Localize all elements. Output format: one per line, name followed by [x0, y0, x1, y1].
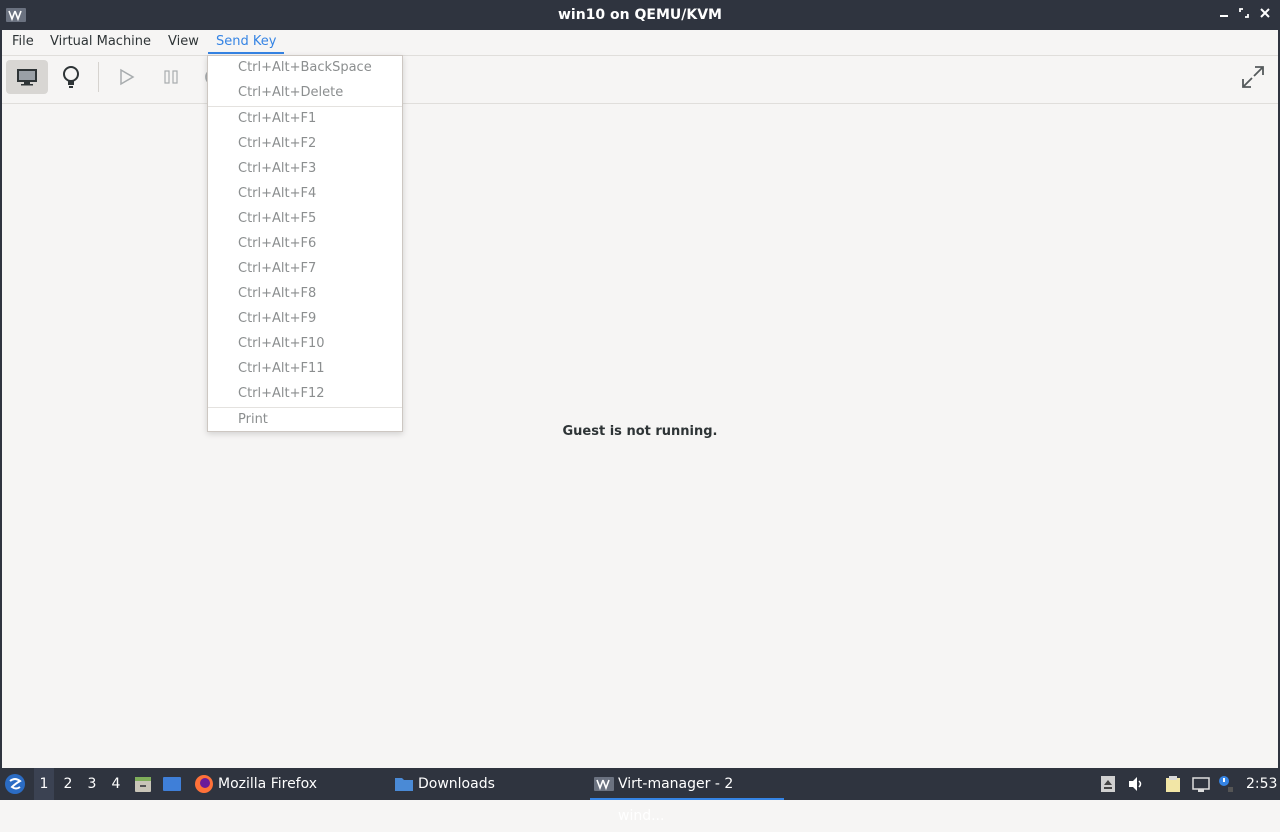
workspace-4[interactable]: 4	[106, 768, 126, 800]
file-manager-launcher[interactable]	[134, 768, 154, 800]
run-button[interactable]	[106, 60, 148, 94]
menu-file[interactable]: File	[10, 34, 36, 49]
tray-eject[interactable]	[1099, 775, 1117, 793]
minimize-icon	[1220, 15, 1228, 17]
menu-item-print[interactable]: Print	[238, 412, 268, 427]
menu-view[interactable]: View	[166, 34, 201, 49]
desktop-icon	[163, 777, 181, 791]
menu-item-ctrl-alt-f11[interactable]: Ctrl+Alt+F11	[238, 361, 325, 376]
close-icon	[1260, 8, 1270, 18]
menu-item-ctrl-alt-f12[interactable]: Ctrl+Alt+F12	[238, 386, 325, 401]
workspace-3[interactable]: 3	[82, 768, 102, 800]
menu-virtual-machine[interactable]: Virtual Machine	[48, 34, 153, 49]
task-label: Downloads	[418, 776, 495, 792]
window-title: win10 on QEMU/KVM	[557, 7, 722, 23]
task-downloads[interactable]: Downloads	[394, 768, 574, 800]
close-button[interactable]	[1255, 5, 1275, 25]
menu-item-ctrl-alt-f5[interactable]: Ctrl+Alt+F5	[238, 211, 316, 226]
toolbar-divider	[98, 62, 99, 92]
workspace-2[interactable]: 2	[58, 768, 78, 800]
start-menu-button[interactable]	[4, 768, 28, 800]
minimize-button[interactable]	[1214, 5, 1234, 25]
volume-icon	[1129, 777, 1142, 791]
tray-network[interactable]	[1192, 775, 1210, 793]
guest-status-message: Guest is not running.	[562, 424, 718, 439]
menu-item-ctrl-alt-f9[interactable]: Ctrl+Alt+F9	[238, 311, 316, 326]
folder-icon	[395, 778, 413, 791]
menubar: File Virtual Machine View Send Key	[2, 30, 1278, 55]
menu-separator	[208, 106, 402, 107]
eject-icon	[1101, 776, 1115, 792]
play-icon	[120, 68, 135, 86]
menu-item-ctrl-alt-f1[interactable]: Ctrl+Alt+F1	[238, 111, 316, 126]
start-menu-icon	[5, 774, 25, 794]
menubar-divider	[2, 55, 1278, 56]
task-virt-manager[interactable]: Virt-manager - 2 wind...	[590, 768, 784, 824]
tray-clipboard[interactable]	[1164, 775, 1182, 793]
maximize-icon	[1239, 8, 1249, 18]
details-button[interactable]	[50, 60, 92, 94]
notification-icon	[1219, 776, 1233, 792]
menu-send-key[interactable]: Send Key	[207, 34, 285, 54]
lightbulb-icon	[63, 66, 79, 88]
monitor-icon	[17, 69, 37, 86]
task-label: Virt-manager - 2 wind...	[618, 776, 734, 824]
menu-item-ctrl-alt-f8[interactable]: Ctrl+Alt+F8	[238, 286, 316, 301]
menu-item-ctrl-alt-f10[interactable]: Ctrl+Alt+F10	[238, 336, 325, 351]
menu-item-ctrl-alt-f7[interactable]: Ctrl+Alt+F7	[238, 261, 316, 276]
menu-item-ctrl-alt-f2[interactable]: Ctrl+Alt+F2	[238, 136, 316, 151]
virt-manager-icon	[594, 777, 614, 791]
pause-button[interactable]	[150, 60, 192, 94]
clipboard-icon	[1166, 776, 1180, 792]
network-icon	[1192, 777, 1210, 792]
window-titlebar: win10 on QEMU/KVM	[0, 0, 1280, 30]
menu-item-ctrl-alt-delete[interactable]: Ctrl+Alt+Delete	[238, 85, 343, 100]
firefox-icon	[195, 775, 213, 793]
console-button[interactable]	[6, 60, 48, 94]
toolbar-divider-bottom	[2, 103, 1278, 104]
tray-volume[interactable]	[1127, 775, 1145, 793]
menu-item-ctrl-alt-f3[interactable]: Ctrl+Alt+F3	[238, 161, 316, 176]
taskbar: 1 2 3 4 Mozilla Firefox Downloads Virt-m…	[0, 768, 1280, 824]
menu-separator	[208, 407, 402, 408]
workspace-1[interactable]: 1	[34, 768, 54, 800]
task-firefox[interactable]: Mozilla Firefox	[194, 768, 374, 800]
file-cabinet-icon	[135, 777, 151, 792]
menu-item-ctrl-alt-backspace[interactable]: Ctrl+Alt+BackSpace	[238, 60, 372, 75]
fullscreen-icon	[1242, 66, 1264, 88]
vm-console-window: File Virtual Machine View Send Key Guest…	[0, 30, 1280, 768]
menu-item-ctrl-alt-f4[interactable]: Ctrl+Alt+F4	[238, 186, 316, 201]
show-desktop-button[interactable]	[162, 768, 184, 800]
tray-notifications[interactable]	[1216, 775, 1234, 793]
send-key-menu: Ctrl+Alt+BackSpace Ctrl+Alt+Delete Ctrl+…	[207, 55, 403, 432]
menu-item-ctrl-alt-f6[interactable]: Ctrl+Alt+F6	[238, 236, 316, 251]
task-label: Mozilla Firefox	[218, 776, 318, 792]
fullscreen-button[interactable]	[1232, 60, 1274, 94]
pause-icon	[164, 70, 178, 84]
clock[interactable]: 2:53	[1246, 768, 1277, 800]
maximize-button[interactable]	[1234, 5, 1254, 25]
